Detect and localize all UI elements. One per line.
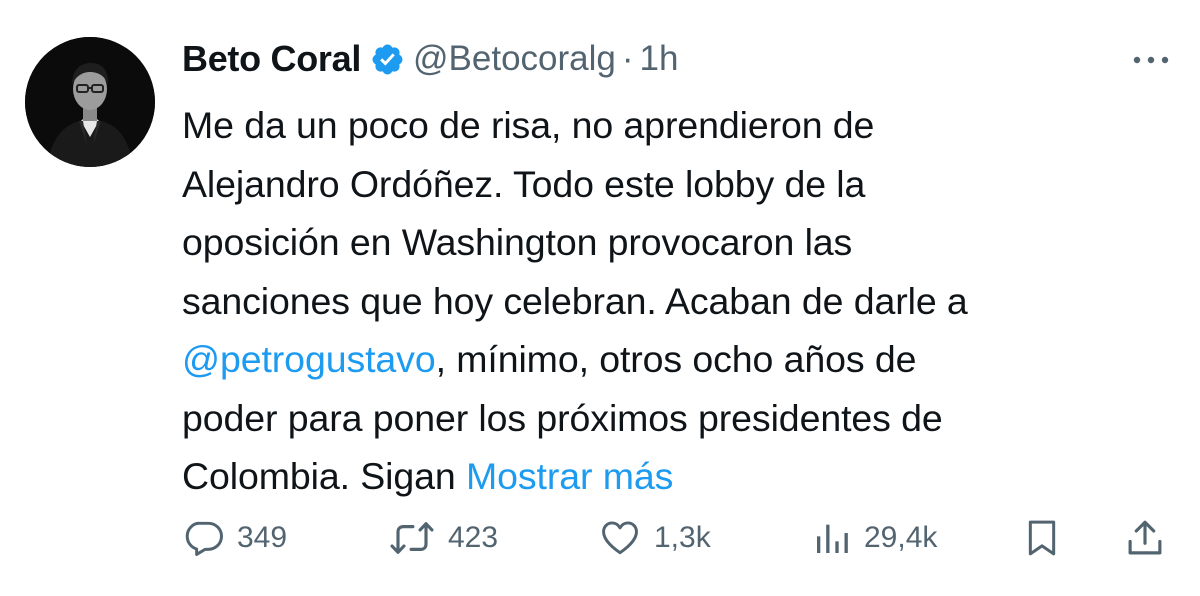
tweet-card[interactable]: Beto Coral @Betocoralg · 1h Me da un poc… <box>0 0 1200 596</box>
tweet-line: poder para poner los próximos presidente… <box>182 396 943 439</box>
tweet-header: Beto Coral @Betocoralg · 1h <box>182 33 678 85</box>
action-bar: 349 423 1,3k 29,4k <box>0 510 1200 566</box>
user-handle[interactable]: @Betocoralg <box>413 39 616 79</box>
share-icon <box>1124 516 1166 560</box>
tweet-line: Alejandro Ordóñez. Todo este lobby de la <box>182 162 866 205</box>
bookmark-icon <box>1022 516 1062 560</box>
separator-dot: · <box>621 39 634 78</box>
reply-button[interactable]: 349 <box>183 510 287 566</box>
like-count: 1,3k <box>654 521 711 554</box>
reply-count: 349 <box>237 521 288 554</box>
tweet-line: sanciones que hoy celebran. Acaban de da… <box>182 279 968 322</box>
views-count: 29,4k <box>864 521 938 554</box>
tweet-line-text: Colombia. Sigan <box>182 455 466 497</box>
like-button[interactable]: 1,3k <box>598 510 711 566</box>
tweet-line: Me da un poco de risa, no aprendieron de <box>182 104 875 146</box>
views-icon <box>812 517 852 559</box>
reply-icon <box>183 517 225 559</box>
tweet-line: Colombia. Sigan Mostrar más <box>182 447 1182 506</box>
retweet-count: 423 <box>448 521 499 554</box>
tweet-line-rest: , mínimo, otros ocho años de <box>435 338 917 380</box>
bookmark-button[interactable] <box>1022 510 1062 566</box>
show-more-link[interactable]: Mostrar más <box>466 455 673 497</box>
retweet-button[interactable]: 423 <box>388 510 498 566</box>
tweet-text: Me da un poco de risa, no aprendieron de… <box>182 96 1182 506</box>
more-options-icon[interactable] <box>1126 45 1176 75</box>
mention-link[interactable]: @petrogustavo <box>182 338 436 380</box>
views-button[interactable]: 29,4k <box>812 510 937 566</box>
display-name[interactable]: Beto Coral <box>182 38 361 80</box>
avatar[interactable] <box>25 37 155 167</box>
tweet-line: @petrogustavo, mínimo, otros ocho años d… <box>182 330 1182 389</box>
tweet-line: oposición en Washington provocaron las <box>182 221 853 263</box>
verified-badge-icon[interactable] <box>370 42 405 77</box>
like-icon <box>598 517 642 559</box>
retweet-icon <box>388 517 436 559</box>
tweet-timestamp[interactable]: 1h <box>640 39 679 79</box>
share-button[interactable] <box>1124 510 1166 566</box>
